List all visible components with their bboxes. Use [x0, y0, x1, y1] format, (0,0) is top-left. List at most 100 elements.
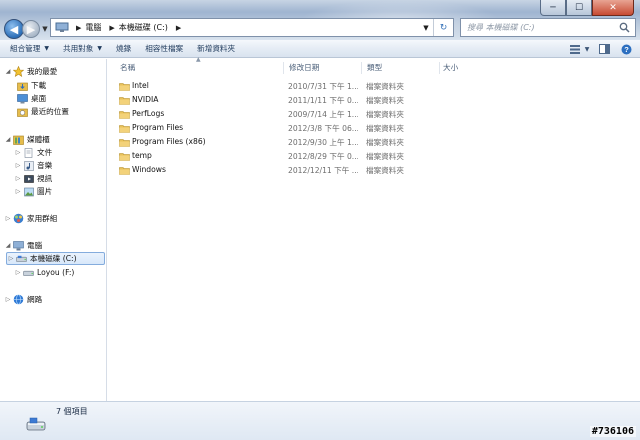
file-type: 檔案資料夾 [366, 124, 404, 133]
sidebar-homegroup[interactable]: ▷ 家用群組 [4, 212, 57, 225]
collapsed-arrow-icon[interactable]: ▷ [7, 255, 15, 262]
folder-icon [119, 125, 130, 133]
collapsed-arrow-icon[interactable]: ▷ [4, 296, 12, 303]
table-row[interactable]: Program Files 2012/3/8 下午 06... 檔案資料夾 [114, 122, 414, 135]
file-type: 檔案資料夾 [366, 110, 404, 119]
breadcrumb-separator[interactable]: ▶ [176, 24, 181, 32]
file-type: 檔案資料夾 [366, 82, 404, 91]
sidebar-item-videos[interactable]: ▷ 視訊 [14, 172, 53, 185]
column-header-size[interactable]: 大小 [440, 62, 490, 74]
sidebar-computer[interactable]: ◢ 電腦 [4, 239, 42, 252]
chevron-down-icon[interactable]: ▼ [584, 42, 590, 56]
column-header-type[interactable]: 類型 [364, 62, 440, 74]
sidebar-item-pictures[interactable]: ▷ 圖片 [14, 185, 53, 198]
refresh-icon[interactable]: ↻ [433, 19, 453, 36]
file-type: 檔案資料夾 [366, 96, 404, 105]
table-row[interactable]: temp 2012/8/29 下午 0... 檔案資料夾 [114, 150, 414, 163]
maximize-button[interactable]: ☐ [566, 0, 592, 16]
expanded-arrow-icon[interactable]: ◢ [4, 136, 12, 143]
share-with-button[interactable]: 共用對象 ▼ [63, 43, 102, 54]
collapsed-arrow-icon[interactable]: ▷ [14, 175, 22, 182]
file-type: 檔案資料夾 [366, 152, 404, 161]
chevron-down-icon: ▼ [97, 45, 102, 52]
sidebar-item-desktop[interactable]: 桌面 [16, 92, 46, 105]
downloads-folder-icon [17, 80, 28, 91]
burn-button[interactable]: 燒錄 [116, 43, 131, 54]
sidebar-item-documents[interactable]: ▷ 文件 [14, 146, 52, 159]
music-icon [23, 160, 34, 171]
search-icon[interactable] [619, 22, 630, 33]
breadcrumb-separator[interactable]: ▶ [109, 24, 114, 32]
preview-pane-icon[interactable] [596, 42, 612, 56]
file-date: 2010/7/31 下午 1... [288, 82, 358, 91]
file-type: 檔案資料夾 [366, 166, 404, 175]
sidebar-item-music[interactable]: ▷ 音樂 [14, 159, 52, 172]
forward-button[interactable]: ▶ [22, 20, 40, 38]
folder-icon [119, 111, 130, 119]
collapsed-arrow-icon[interactable]: ▷ [14, 149, 22, 156]
file-name: Windows [132, 165, 166, 174]
organize-button[interactable]: 組合管理 ▼ [10, 43, 49, 54]
folder-icon [119, 167, 130, 175]
file-date: 2009/7/14 上午 1... [288, 110, 358, 119]
forward-arrow-icon: ▶ [26, 22, 36, 36]
table-row[interactable]: NVIDIA 2011/1/11 下午 0... 檔案資料夾 [114, 94, 414, 107]
file-name: Program Files (x86) [132, 137, 206, 146]
navigation-pane: ◢ 我的最愛 下載 桌面 最近的位置 ◢ 媒體櫃 ▷ 文件 ▷ 音樂 ▷ 視訊 … [0, 59, 107, 401]
title-bar: ─ ☐ ✕ ◀ ▶ ▼ ▶ 電腦 ▶ 本機磁碟 (C:) ▶ ▼ ↻ 搜尋 本機… [0, 0, 640, 40]
chevron-down-icon: ▼ [44, 45, 49, 52]
desktop-icon [17, 93, 28, 104]
file-name: PerfLogs [132, 109, 165, 118]
collapsed-arrow-icon[interactable]: ▷ [14, 188, 22, 195]
file-date: 2011/1/11 下午 0... [288, 96, 358, 105]
breadcrumb-drive-c[interactable]: 本機磁碟 (C:) [119, 22, 168, 33]
back-button[interactable]: ◀ [4, 19, 24, 39]
table-row[interactable]: Program Files (x86) 2012/9/30 上午 1... 檔案資料… [114, 136, 414, 149]
history-dropdown-icon[interactable]: ▼ [40, 25, 50, 33]
sidebar-network[interactable]: ▷ 網路 [4, 293, 42, 306]
table-row[interactable]: Windows 2012/12/11 下午 ... 檔案資料夾 [114, 164, 414, 177]
file-name: NVIDIA [132, 95, 159, 104]
new-folder-button[interactable]: 新增資料夾 [197, 43, 235, 54]
column-header-date[interactable]: 修改日期 [286, 62, 362, 74]
address-bar[interactable]: ▶ 電腦 ▶ 本機磁碟 (C:) ▶ ▼ ↻ [50, 18, 454, 37]
sidebar-libraries[interactable]: ◢ 媒體櫃 [4, 133, 50, 146]
breadcrumb-separator[interactable]: ▶ [76, 24, 81, 32]
table-row[interactable]: PerfLogs 2009/7/14 上午 1... 檔案資料夾 [114, 108, 414, 121]
item-count: 7 個項目 [56, 407, 88, 416]
watermark: #736106 [589, 426, 636, 437]
documents-icon [23, 147, 34, 158]
navigation-row: ◀ ▶ ▼ ▶ 電腦 ▶ 本機磁碟 (C:) ▶ ▼ ↻ 搜尋 本機磁碟 (C:… [4, 18, 636, 40]
table-row[interactable]: Intel 2010/7/31 下午 1... 檔案資料夾 [114, 80, 414, 93]
breadcrumb-computer[interactable]: 電腦 [85, 22, 101, 33]
search-placeholder: 搜尋 本機磁碟 (C:) [467, 23, 535, 32]
file-date: 2012/12/11 下午 ... [288, 166, 358, 175]
sidebar-item-local-disk-c[interactable]: ▷ 本機磁碟 (C:) [6, 252, 105, 265]
compatibility-files-button[interactable]: 相容性檔案 [145, 43, 183, 54]
collapsed-arrow-icon[interactable]: ▷ [14, 162, 22, 169]
view-options-icon[interactable] [567, 42, 583, 56]
help-icon[interactable]: ? [618, 42, 634, 56]
computer-icon [55, 22, 69, 32]
sidebar-item-downloads[interactable]: 下載 [16, 79, 46, 92]
sidebar-item-recent-places[interactable]: 最近的位置 [16, 105, 69, 118]
back-arrow-icon: ◀ [9, 22, 19, 36]
minimize-button[interactable]: ─ [540, 0, 566, 16]
videos-icon [23, 173, 34, 184]
expanded-arrow-icon[interactable]: ◢ [4, 68, 12, 75]
expanded-arrow-icon[interactable]: ◢ [4, 242, 12, 249]
drive-icon [26, 417, 46, 431]
collapsed-arrow-icon[interactable]: ▷ [4, 215, 12, 222]
sidebar-favorites[interactable]: ◢ 我的最愛 [4, 65, 57, 78]
file-name: Program Files [132, 123, 184, 132]
address-dropdown-icon[interactable]: ▼ [421, 19, 431, 36]
file-name: temp [132, 151, 152, 160]
search-input[interactable]: 搜尋 本機磁碟 (C:) [460, 18, 636, 37]
close-button[interactable]: ✕ [592, 0, 634, 16]
pictures-icon [23, 186, 34, 197]
network-icon [13, 294, 24, 305]
folder-icon [119, 83, 130, 91]
column-header-name[interactable]: 名稱 [117, 62, 284, 74]
sidebar-item-loyou-f[interactable]: ▷ Loyou (F:) [14, 266, 75, 279]
collapsed-arrow-icon[interactable]: ▷ [14, 269, 22, 276]
